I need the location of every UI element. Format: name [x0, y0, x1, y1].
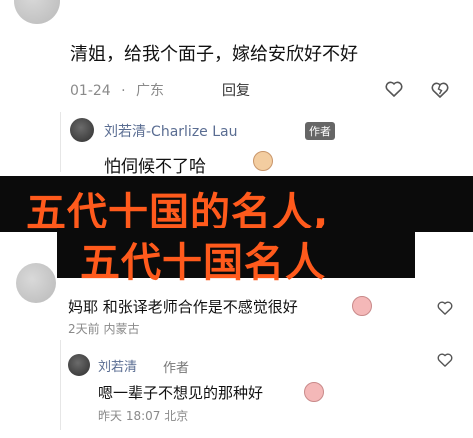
comment-date-value: 01-24 — [70, 83, 111, 99]
comment-location: 广东 — [136, 83, 165, 99]
reply-text: 嗯一辈子不想见的那种好 — [98, 384, 264, 402]
avatar[interactable] — [14, 0, 60, 24]
reply-text: 怕伺候不了哈 — [104, 157, 206, 177]
comment-text: 清姐，给我个面子，嫁给安欣好不好 — [70, 44, 358, 65]
reply-username[interactable]: 刘若清-Charlize Lau — [104, 121, 237, 141]
reply-username[interactable]: 刘若清 — [98, 356, 137, 375]
reply-thread-line — [60, 112, 61, 172]
pig-emoji-icon — [304, 382, 324, 402]
author-label: 作者 — [163, 361, 190, 376]
meta-separator: · — [121, 83, 126, 99]
heart-icon[interactable] — [437, 353, 453, 367]
banner-line-2: 五代十国名人 — [80, 240, 326, 286]
avatar[interactable] — [16, 263, 56, 303]
reply-meta: 昨天 18:07 北京 — [98, 409, 189, 423]
reply-thread-line — [60, 340, 61, 430]
heart-icon[interactable] — [385, 81, 403, 97]
comment-text: 妈耶 和张译老师合作是不感觉很好 — [68, 298, 298, 316]
avatar[interactable] — [70, 118, 94, 142]
avatar[interactable] — [68, 354, 90, 376]
reply-button[interactable]: 回复 — [222, 80, 250, 100]
comment-meta: 2天前 内蒙古 — [68, 322, 140, 336]
pig-emoji-icon — [352, 296, 372, 316]
comment-date: 01-24 · 广东 — [70, 80, 164, 100]
laughing-emoji-icon — [253, 151, 273, 171]
heart-icon[interactable] — [437, 301, 453, 315]
author-badge: 作者 — [305, 122, 335, 140]
dislike-icon[interactable] — [431, 81, 449, 99]
